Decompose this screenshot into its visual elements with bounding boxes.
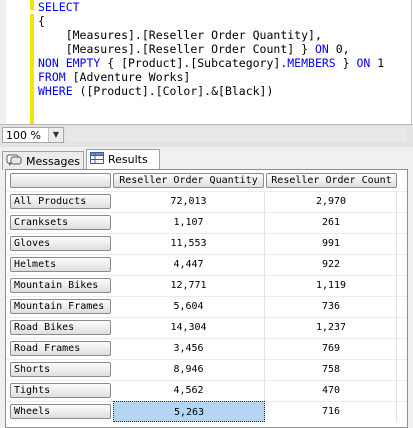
- code-token: }: [335, 56, 357, 70]
- code-line[interactable]: {: [38, 14, 384, 28]
- cell-quantity[interactable]: 4,562: [113, 380, 265, 401]
- code-token: ([Product].[Color].&[Black]): [72, 84, 274, 98]
- row-header[interactable]: Helmets: [10, 257, 111, 272]
- code-line[interactable]: FROM [Adventure Works]: [38, 70, 384, 84]
- code-line[interactable]: NON EMPTY { [Product].[Subcategory].MEMB…: [38, 56, 384, 70]
- row-header[interactable]: Mountain Bikes: [10, 278, 111, 293]
- code-keyword: SELECT: [38, 0, 80, 14]
- cell-count[interactable]: 261: [266, 212, 397, 233]
- tab-messages[interactable]: Messages: [2, 151, 84, 170]
- table-row[interactable]: Tights 4,562 470: [6, 380, 407, 401]
- code-keyword: ON: [356, 56, 371, 70]
- row-header[interactable]: Gloves: [10, 236, 111, 251]
- cell-count[interactable]: 769: [266, 338, 397, 359]
- query-text[interactable]: SELECT{ [Measures].[Reseller Order Quant…: [38, 0, 384, 98]
- cell-quantity[interactable]: 5,263: [113, 401, 265, 422]
- cell-count[interactable]: 736: [266, 296, 397, 317]
- table-row[interactable]: Cranksets 1,107 261: [6, 212, 407, 233]
- editor-gutter: [0, 0, 6, 124]
- code-line[interactable]: [Measures].[Reseller Order Count] } ON 0…: [38, 42, 384, 56]
- table-row[interactable]: Mountain Bikes 12,771 1,119: [6, 275, 407, 296]
- tab-results-label: Results: [108, 153, 148, 166]
- table-row[interactable]: Shorts 8,946 758: [6, 359, 407, 380]
- cell-count[interactable]: 2,970: [266, 191, 397, 212]
- horizontal-scrollbar[interactable]: [67, 128, 407, 142]
- row-header[interactable]: Tights: [10, 383, 111, 398]
- corner-header[interactable]: [10, 173, 111, 188]
- table-row[interactable]: Road Frames 3,456 769: [6, 338, 407, 359]
- grid-icon: [90, 151, 104, 170]
- code-token: 0,: [328, 42, 350, 56]
- collapse-marker[interactable]: [30, 10, 34, 14]
- cell-quantity[interactable]: 4,447: [113, 254, 265, 275]
- table-row[interactable]: Mountain Frames 5,604 736: [6, 296, 407, 317]
- chevron-down-icon[interactable]: ▼: [48, 128, 63, 142]
- cell-quantity[interactable]: 1,107: [113, 212, 265, 233]
- cell-quantity[interactable]: 12,771: [113, 275, 265, 296]
- row-header[interactable]: Road Bikes: [10, 320, 111, 335]
- code-keyword: WHERE: [38, 84, 73, 98]
- code-token: [Adventure Works]: [65, 70, 191, 84]
- cell-count[interactable]: 922: [266, 254, 397, 275]
- tab-results[interactable]: Results: [86, 149, 160, 171]
- code-keyword: MEMBERS: [287, 56, 336, 70]
- zoom-value: 100 %: [6, 129, 41, 142]
- table-row[interactable]: Road Bikes 14,304 1,237: [6, 317, 407, 338]
- code-line[interactable]: SELECT: [38, 0, 384, 14]
- code-keyword: NON EMPTY: [38, 56, 101, 70]
- grid-header-row: Reseller Order Quantity Reseller Order C…: [6, 170, 407, 191]
- results-tabs: Messages Results: [0, 149, 413, 171]
- table-row[interactable]: Wheels 5,263 716: [6, 401, 407, 422]
- cell-quantity[interactable]: 11,553: [113, 233, 265, 254]
- code-line[interactable]: WHERE ([Product].[Color].&[Black]): [38, 84, 384, 98]
- row-header[interactable]: Road Frames: [10, 341, 111, 356]
- cell-count[interactable]: 991: [266, 233, 397, 254]
- row-header[interactable]: All Products: [10, 194, 111, 209]
- column-header-quantity[interactable]: Reseller Order Quantity: [113, 173, 264, 188]
- row-header[interactable]: Cranksets: [10, 215, 111, 230]
- code-token: 1: [370, 56, 385, 70]
- column-header-count[interactable]: Reseller Order Count: [266, 173, 397, 188]
- cell-count[interactable]: 758: [266, 359, 397, 380]
- query-editor[interactable]: SELECT{ [Measures].[Reseller Order Quant…: [0, 0, 412, 124]
- code-token: { [Product].[Subcategory].: [100, 56, 288, 70]
- code-token: [Measures].[Reseller Order Quantity],: [38, 28, 322, 42]
- code-keyword: ON: [314, 42, 329, 56]
- cell-quantity[interactable]: 5,604: [113, 296, 265, 317]
- code-line[interactable]: [Measures].[Reseller Order Quantity],: [38, 28, 384, 42]
- row-header[interactable]: Shorts: [10, 362, 111, 377]
- table-row[interactable]: Helmets 4,447 922: [6, 254, 407, 275]
- row-header[interactable]: Wheels: [10, 404, 111, 419]
- cell-count[interactable]: 1,237: [266, 317, 397, 338]
- cell-quantity[interactable]: 3,456: [113, 338, 265, 359]
- cell-quantity[interactable]: 14,304: [113, 317, 265, 338]
- editor-status-strip: 100 % ▼: [0, 124, 413, 148]
- code-token: [Measures].[Reseller Order Count] }: [38, 42, 315, 56]
- cell-count[interactable]: 1,119: [266, 275, 397, 296]
- cell-quantity[interactable]: 8,946: [113, 359, 265, 380]
- cell-count[interactable]: 716: [266, 401, 397, 422]
- cell-quantity[interactable]: 72,013: [113, 191, 265, 212]
- results-grid[interactable]: Reseller Order Quantity Reseller Order C…: [5, 169, 408, 428]
- change-tracking-bar: [30, 0, 34, 124]
- cell-count[interactable]: 470: [266, 380, 397, 401]
- table-row[interactable]: All Products 72,013 2,970: [6, 191, 407, 212]
- table-row[interactable]: Gloves 11,553 991: [6, 233, 407, 254]
- zoom-select[interactable]: 100 % ▼: [2, 127, 64, 143]
- tab-messages-label: Messages: [26, 155, 80, 168]
- results-pane: Messages Results Reseller Order Quantity…: [0, 147, 413, 428]
- row-header[interactable]: Mountain Frames: [10, 299, 111, 314]
- code-token: {: [38, 14, 45, 28]
- code-keyword: FROM: [38, 70, 66, 84]
